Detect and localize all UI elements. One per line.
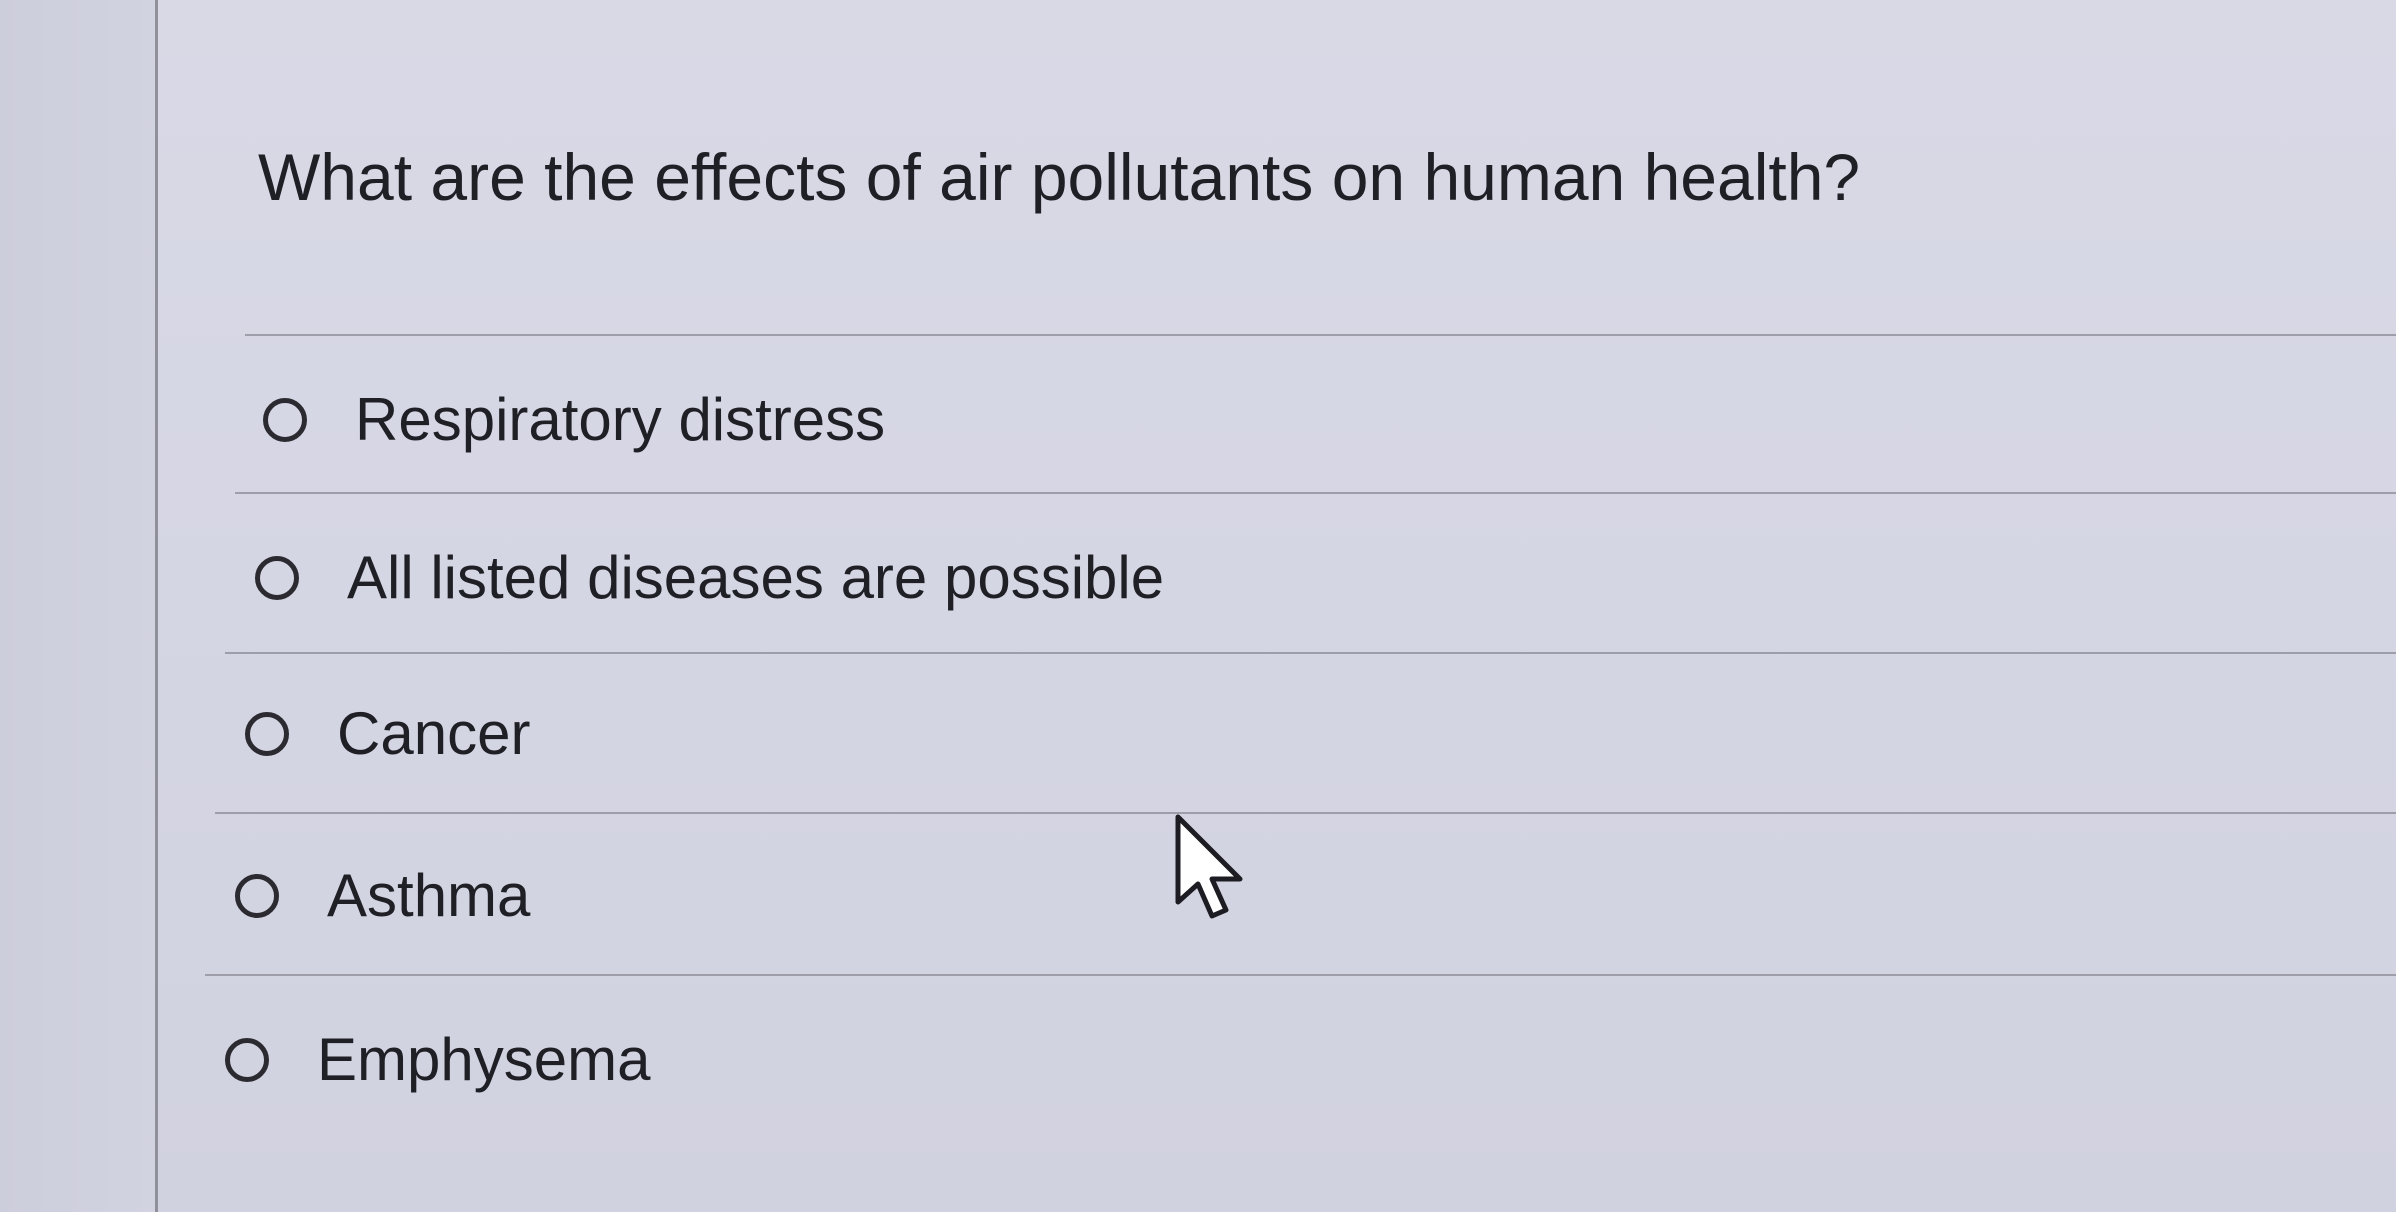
option-all-listed-diseases[interactable]: All listed diseases are possible: [255, 540, 1164, 616]
panel-border: [155, 0, 158, 1212]
radio-button-icon[interactable]: [245, 712, 289, 756]
option-emphysema[interactable]: Emphysema: [225, 1022, 650, 1098]
option-cancer[interactable]: Cancer: [245, 696, 530, 772]
option-asthma[interactable]: Asthma: [235, 858, 530, 934]
option-label: Emphysema: [317, 1026, 651, 1093]
divider: [245, 334, 2396, 336]
option-label: Cancer: [337, 700, 531, 767]
divider: [225, 652, 2396, 654]
option-respiratory-distress[interactable]: Respiratory distress: [263, 382, 885, 458]
mouse-pointer-icon: [1175, 814, 1243, 919]
radio-button-icon[interactable]: [225, 1038, 269, 1082]
divider: [205, 974, 2396, 976]
radio-button-icon[interactable]: [255, 556, 299, 600]
divider: [215, 812, 2396, 814]
left-margin: [0, 0, 160, 1212]
radio-button-icon[interactable]: [263, 398, 307, 442]
option-label: All listed diseases are possible: [347, 544, 1165, 611]
question-text: What are the effects of air pollutants o…: [258, 140, 1861, 214]
radio-button-icon[interactable]: [235, 874, 279, 918]
option-label: Respiratory distress: [355, 386, 886, 453]
option-label: Asthma: [327, 862, 531, 929]
divider: [235, 492, 2396, 494]
